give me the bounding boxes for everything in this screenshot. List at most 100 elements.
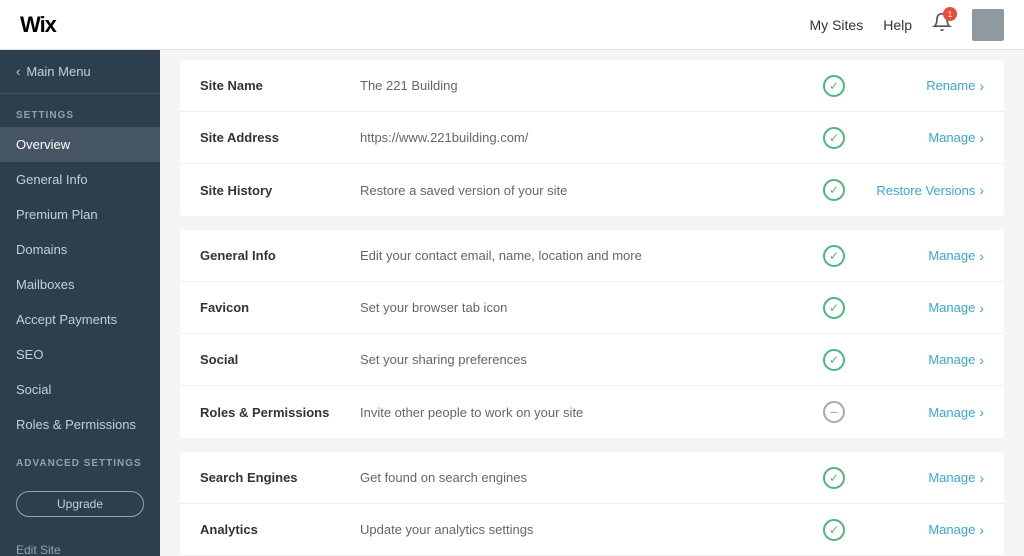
sidebar-item-label: Domains: [16, 242, 67, 257]
table-row: General Info Edit your contact email, na…: [180, 230, 1004, 282]
row-name: Favicon: [200, 300, 360, 315]
my-sites-link[interactable]: My Sites: [810, 17, 864, 33]
row-status-icon: ✓: [814, 245, 854, 267]
upgrade-button[interactable]: Upgrade: [16, 491, 144, 517]
advanced-section-label: ADVANCED SETTINGS: [0, 442, 160, 475]
sidebar-item-label: Overview: [16, 137, 70, 152]
row-name: Social: [200, 352, 360, 367]
row-name: Site Name: [200, 78, 360, 93]
manage-link[interactable]: Manage: [928, 352, 975, 367]
row-name: Roles & Permissions: [200, 405, 360, 420]
sidebar-item-social[interactable]: Social: [0, 372, 160, 407]
row-chevron-icon[interactable]: ›: [979, 182, 984, 198]
row-action: Manage ›: [854, 470, 984, 486]
sidebar-item-premium-plan[interactable]: Premium Plan: [0, 197, 160, 232]
check-circle-icon: ✓: [823, 127, 845, 149]
sidebar-back-button[interactable]: ‹ Main Menu: [0, 50, 160, 94]
edit-site-label: Edit Site: [16, 543, 61, 556]
row-chevron-icon[interactable]: ›: [979, 300, 984, 316]
sidebar-item-accept-payments[interactable]: Accept Payments: [0, 302, 160, 337]
row-status-icon: ✓: [814, 349, 854, 371]
row-action: Manage ›: [854, 522, 984, 538]
manage-link[interactable]: Manage: [928, 130, 975, 145]
settings-card-info: General Info Edit your contact email, na…: [180, 230, 1004, 438]
sidebar-item-domains[interactable]: Domains: [0, 232, 160, 267]
table-row: Roles & Permissions Invite other people …: [180, 386, 1004, 438]
row-chevron-icon[interactable]: ›: [979, 404, 984, 420]
table-row: Social Set your sharing preferences ✓ Ma…: [180, 334, 1004, 386]
notification-badge: 1: [943, 7, 957, 21]
sidebar-item-seo[interactable]: SEO: [0, 337, 160, 372]
main-layout: ‹ Main Menu SETTINGS Overview General In…: [0, 50, 1024, 556]
notification-bell[interactable]: 1: [932, 12, 952, 37]
manage-link[interactable]: Manage: [928, 470, 975, 485]
manage-link[interactable]: Manage: [928, 522, 975, 537]
sidebar-item-label: SEO: [16, 347, 43, 362]
row-desc: Edit your contact email, name, location …: [360, 248, 814, 263]
row-name: Search Engines: [200, 470, 360, 485]
row-action: Manage ›: [854, 130, 984, 146]
sidebar-item-mailboxes[interactable]: Mailboxes: [0, 267, 160, 302]
row-chevron-icon[interactable]: ›: [979, 522, 984, 538]
sidebar-item-general-info[interactable]: General Info: [0, 162, 160, 197]
help-link[interactable]: Help: [883, 17, 912, 33]
row-desc: Set your browser tab icon: [360, 300, 814, 315]
check-circle-icon: ✓: [823, 467, 845, 489]
user-avatar[interactable]: [972, 9, 1004, 41]
row-status-icon: ✓: [814, 75, 854, 97]
row-status-icon: −: [814, 401, 854, 423]
row-chevron-icon[interactable]: ›: [979, 130, 984, 146]
row-desc: Invite other people to work on your site: [360, 405, 814, 420]
row-action: Restore Versions ›: [854, 182, 984, 198]
manage-link[interactable]: Manage: [928, 248, 975, 263]
back-label: Main Menu: [26, 64, 90, 79]
main-content: Site Name The 221 Building ✓ Rename › Si…: [160, 50, 1024, 556]
row-name: General Info: [200, 248, 360, 263]
sidebar-item-label: Social: [16, 382, 51, 397]
sidebar-item-label: General Info: [16, 172, 88, 187]
sidebar-item-label: Premium Plan: [16, 207, 98, 222]
row-action: Manage ›: [854, 300, 984, 316]
settings-section-label: SETTINGS: [0, 94, 160, 127]
table-row: Site Name The 221 Building ✓ Rename ›: [180, 60, 1004, 112]
row-desc: Restore a saved version of your site: [360, 183, 814, 198]
row-desc: Get found on search engines: [360, 470, 814, 485]
sidebar-item-overview[interactable]: Overview: [0, 127, 160, 162]
settings-card-site: Site Name The 221 Building ✓ Rename › Si…: [180, 60, 1004, 216]
manage-link[interactable]: Manage: [928, 300, 975, 315]
sidebar-item-roles-permissions[interactable]: Roles & Permissions: [0, 407, 160, 442]
table-row: Site Address https://www.221building.com…: [180, 112, 1004, 164]
table-row: Search Engines Get found on search engin…: [180, 452, 1004, 504]
row-desc: Set your sharing preferences: [360, 352, 814, 367]
table-row: Analytics Update your analytics settings…: [180, 504, 1004, 556]
row-name: Site History: [200, 183, 360, 198]
wix-logo: Wix: [20, 12, 56, 38]
row-action: Manage ›: [854, 352, 984, 368]
row-chevron-icon[interactable]: ›: [979, 352, 984, 368]
check-circle-icon: ✓: [823, 245, 845, 267]
row-status-icon: ✓: [814, 127, 854, 149]
check-circle-icon: ✓: [823, 349, 845, 371]
table-row: Site History Restore a saved version of …: [180, 164, 1004, 216]
row-chevron-icon[interactable]: ›: [979, 78, 984, 94]
row-name: Analytics: [200, 522, 360, 537]
row-status-icon: ✓: [814, 179, 854, 201]
row-chevron-icon[interactable]: ›: [979, 248, 984, 264]
row-action: Manage ›: [854, 248, 984, 264]
check-circle-icon: ✓: [823, 179, 845, 201]
row-status-icon: ✓: [814, 519, 854, 541]
row-chevron-icon[interactable]: ›: [979, 470, 984, 486]
top-nav: Wix My Sites Help 1: [0, 0, 1024, 50]
check-circle-icon: ✓: [823, 297, 845, 319]
table-row: Favicon Set your browser tab icon ✓ Mana…: [180, 282, 1004, 334]
manage-link[interactable]: Manage: [928, 405, 975, 420]
row-name: Site Address: [200, 130, 360, 145]
sidebar-item-edit-site[interactable]: Edit Site: [0, 533, 160, 556]
row-status-icon: ✓: [814, 297, 854, 319]
settings-card-advanced: Search Engines Get found on search engin…: [180, 452, 1004, 556]
row-status-icon: ✓: [814, 467, 854, 489]
restore-versions-link[interactable]: Restore Versions: [876, 183, 975, 198]
row-action: Manage ›: [854, 404, 984, 420]
minus-circle-icon: −: [823, 401, 845, 423]
rename-link[interactable]: Rename: [926, 78, 975, 93]
